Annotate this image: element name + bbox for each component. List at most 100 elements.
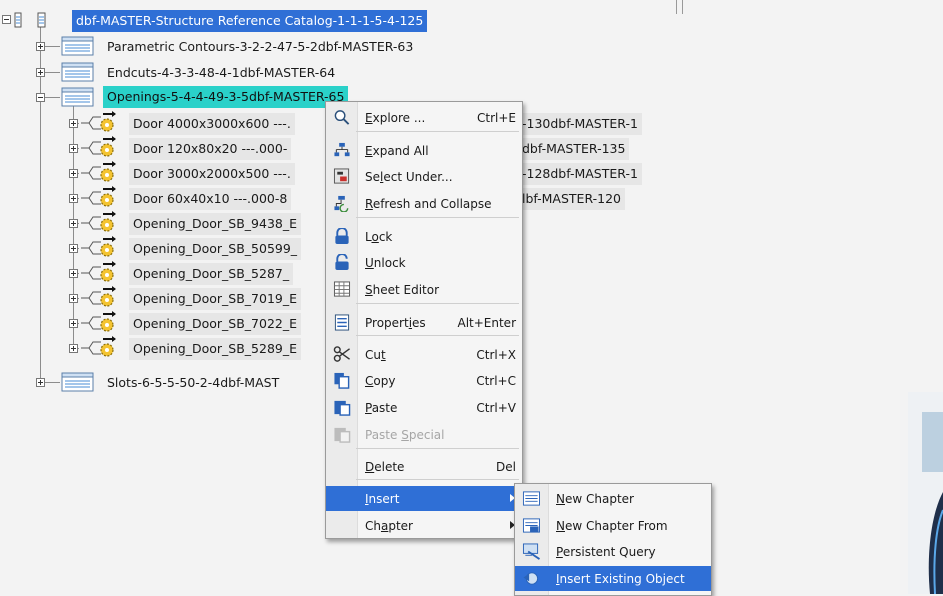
persistent-query-icon: [522, 543, 540, 560]
expand-toggle[interactable]: [69, 319, 78, 328]
submenu-item-label: Persistent Query: [556, 544, 656, 559]
catalog-object-icon: [81, 161, 116, 182]
tree-object-label[interactable]: Opening_Door_SB_7022_E: [129, 313, 301, 335]
tree-object-label-tail: dbf-MASTER-135: [518, 138, 630, 160]
menu-item[interactable]: Refresh and Collapse: [326, 191, 522, 216]
chapter-icon: [61, 372, 94, 392]
menu-item[interactable]: Paste Special: [326, 422, 522, 447]
submenu-item-label: Insert Existing Object: [556, 571, 685, 586]
insert-submenu: New Chapter New Chapter From Persistent Qu…: [514, 483, 712, 596]
expand-toggle[interactable]: [69, 294, 78, 303]
lock-icon: [335, 228, 349, 245]
expand-toggle[interactable]: [36, 378, 45, 387]
submenu-item-label: New Chapter From: [556, 518, 668, 533]
paste-icon: [334, 400, 351, 416]
catalog-object-icon: [81, 261, 116, 282]
tree-object-label[interactable]: Opening_Door_SB_7019_E: [129, 288, 301, 310]
catalog-editor-window: dbf-MASTER-Structure Reference Catalog-1…: [0, 0, 943, 596]
tree-object-label[interactable]: Door 60x40x10 ---.000-8: [129, 188, 292, 210]
new-chapter-icon: [522, 491, 540, 506]
sheet-editor-icon: [333, 281, 351, 297]
menu-item-label: Chapter: [365, 518, 413, 533]
unlock-icon: [335, 254, 349, 271]
menu-item[interactable]: Select Under...: [326, 164, 522, 189]
refresh-collapse-icon: [334, 195, 349, 212]
tree-object-label[interactable]: Door 120x80x20 ---.000-: [129, 138, 292, 160]
chapter-icon: [61, 87, 94, 107]
menu-item[interactable]: Explore ... Ctrl+E: [326, 105, 522, 130]
menu-item-label: Cut: [365, 347, 386, 362]
tree-chapter-label[interactable]: Openings-5-4-4-49-3-5dbf-MASTER-65: [103, 86, 349, 108]
paste-special-icon: [334, 427, 351, 443]
tree-object-label[interactable]: Opening_Door_SB_50599_: [129, 238, 302, 260]
menu-item-shortcut: Ctrl+V: [476, 400, 516, 415]
catalog-object-icon: [81, 236, 116, 257]
tree-object-label[interactable]: Opening_Door_SB_9438_E: [129, 213, 301, 235]
properties-icon: [334, 314, 350, 331]
menu-item[interactable]: Paste Ctrl+V: [326, 395, 522, 420]
tree-object-label[interactable]: Door 3000x2000x500 ---.: [129, 163, 295, 185]
expand-toggle[interactable]: [36, 42, 45, 51]
tree-object-label-tail: lbf-MASTER-120: [518, 188, 625, 210]
menu-item-label: Paste Special: [365, 427, 445, 442]
expand-all-icon: [334, 142, 350, 157]
menu-item-label: Select Under...: [365, 169, 453, 184]
chapter-icon: [61, 62, 94, 82]
tree-object-label[interactable]: Opening_Door_SB_5287_: [129, 263, 294, 285]
menu-item-label: Properties: [365, 315, 426, 330]
expand-toggle[interactable]: [69, 119, 78, 128]
collapse-toggle[interactable]: [2, 15, 11, 24]
menu-item[interactable]: Properties Alt+Enter: [326, 310, 522, 335]
expand-toggle[interactable]: [69, 144, 78, 153]
new-chapter-from-icon: [522, 518, 540, 533]
catalog-object-icon: [81, 336, 116, 357]
tree-object-label[interactable]: Opening_Door_SB_5289_E: [129, 338, 301, 360]
tree-chapter-label[interactable]: Slots-6-5-5-50-2-4dbf-MAST: [103, 372, 283, 394]
insert-existing-object-icon: [523, 572, 539, 585]
catalog-object-icon: [81, 186, 116, 207]
menu-item[interactable]: Delete Del: [326, 454, 522, 479]
menu-item[interactable]: Insert: [326, 486, 522, 511]
menu-separator: [356, 217, 519, 218]
tree-chapter-label[interactable]: Endcuts-4-3-3-48-4-1dbf-MASTER-64: [103, 62, 339, 84]
expand-toggle[interactable]: [69, 344, 78, 353]
menu-separator: [356, 303, 519, 304]
expand-toggle[interactable]: [69, 194, 78, 203]
splitter-handle[interactable]: [676, 0, 683, 14]
menu-item[interactable]: Sheet Editor: [326, 277, 522, 302]
menu-separator: [356, 131, 519, 132]
expand-toggle[interactable]: [69, 219, 78, 228]
submenu-item[interactable]: Insert Existing Object: [515, 566, 711, 591]
expand-toggle[interactable]: [69, 269, 78, 278]
menu-separator: [356, 479, 519, 480]
menu-item[interactable]: Unlock: [326, 250, 522, 275]
tree-chapter-label[interactable]: Parametric Contours-3-2-2-47-5-2dbf-MAST…: [103, 36, 417, 58]
menu-item-label: Expand All: [365, 143, 429, 158]
menu-item-shortcut: Del: [496, 459, 516, 474]
scissors-icon: [333, 346, 350, 362]
submenu-item[interactable]: New Chapter: [515, 486, 711, 511]
menu-item-shortcut: Ctrl+C: [476, 373, 516, 388]
submenu-item[interactable]: New Chapter From: [515, 513, 711, 538]
tree-root-label[interactable]: dbf-MASTER-Structure Reference Catalog-1…: [72, 10, 428, 32]
expand-toggle[interactable]: [69, 169, 78, 178]
menu-item[interactable]: Copy Ctrl+C: [326, 368, 522, 393]
tree-object-label-tail: -130dbf-MASTER-1: [518, 113, 642, 135]
collapse-toggle[interactable]: [36, 93, 45, 102]
select-under-icon: [333, 168, 350, 184]
expand-toggle[interactable]: [36, 68, 45, 77]
menu-separator: [356, 448, 519, 449]
menu-item[interactable]: Expand All: [326, 138, 522, 163]
tree-object-label[interactable]: Door 4000x3000x600 ---.: [129, 113, 295, 135]
menu-item[interactable]: Lock: [326, 224, 522, 249]
menu-item[interactable]: Cut Ctrl+X: [326, 342, 522, 367]
submenu-item[interactable]: Persistent Query: [515, 539, 711, 564]
menu-item[interactable]: Chapter: [326, 513, 522, 538]
expand-toggle[interactable]: [69, 244, 78, 253]
3d-viewer-fragment: [908, 392, 943, 594]
catalog-object-icon: [81, 136, 116, 157]
catalog-object-icon: [81, 311, 116, 332]
menu-item-label: Explore ...: [365, 110, 426, 125]
menu-item-label: Insert: [365, 491, 400, 506]
tree-object-label-tail: -128dbf-MASTER-1: [518, 163, 642, 185]
